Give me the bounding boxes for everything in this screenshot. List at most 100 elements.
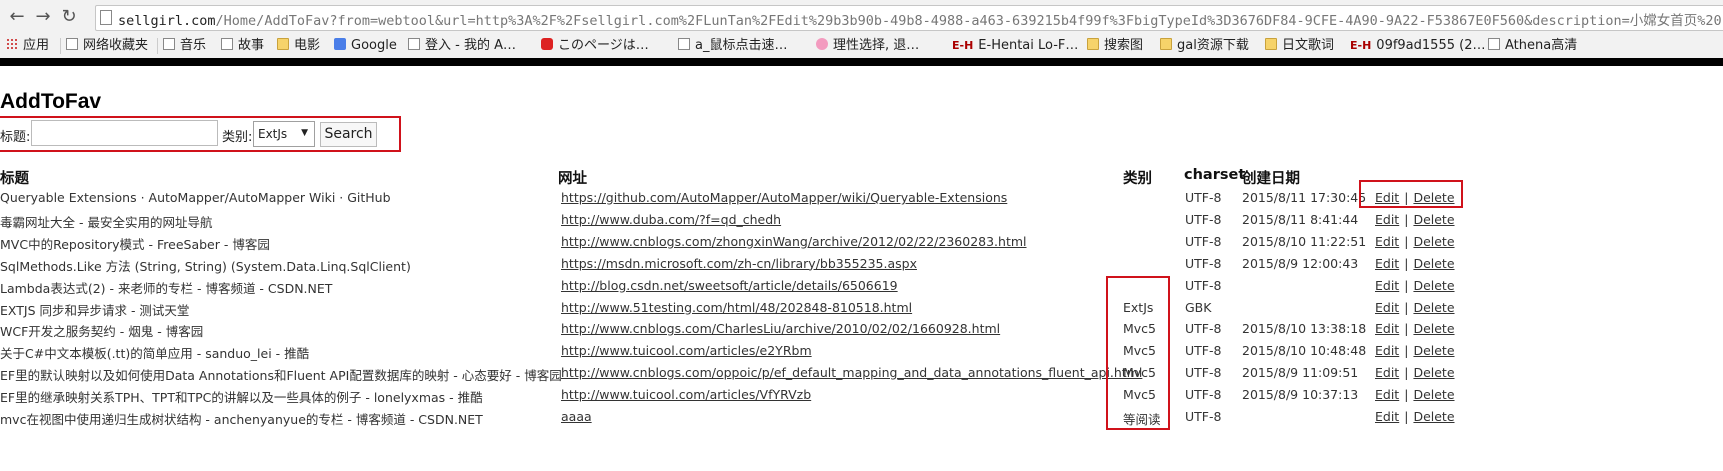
back-icon[interactable]: ←	[6, 6, 28, 28]
row-url-link[interactable]: http://blog.csdn.net/sweetsoft/article/d…	[561, 278, 898, 293]
forward-icon[interactable]: →	[32, 6, 54, 28]
bookmark-item[interactable]: Athena高清	[1488, 37, 1577, 55]
edit-link[interactable]: Edit	[1375, 343, 1399, 358]
bookmark-item[interactable]: このページは…	[541, 37, 649, 55]
delete-link[interactable]: Delete	[1413, 365, 1454, 380]
actions-highlight	[1359, 180, 1463, 208]
delete-link[interactable]: Delete	[1413, 256, 1454, 271]
bookmark-item[interactable]: 理性选择, 退…	[816, 37, 919, 55]
row-url-link[interactable]: http://www.cnblogs.com/zhongxinWang/arch…	[561, 234, 1027, 249]
row-title: EF里的默认映射以及如何使用Data Annotations和Fluent AP…	[0, 368, 562, 384]
row-title: EF里的继承映射关系TPH、TPT和TPC的讲解以及一些具体的例子 - lone…	[0, 390, 483, 406]
action-separator: |	[1404, 277, 1409, 293]
delete-link[interactable]: Delete	[1413, 387, 1454, 402]
table-row: EXTJS 同步和异步请求 - 测试天堂 http://www.51testing…	[0, 300, 1500, 322]
bookmark-item[interactable]: 音乐	[163, 37, 206, 55]
bookmark-item[interactable]: E-H E-Hentai Lo-F…	[952, 37, 1078, 55]
column-header-type: 类别	[1123, 171, 1152, 187]
page-icon	[100, 10, 112, 25]
type-select-value: ExtJs	[258, 127, 288, 141]
title-label: 标题:	[0, 130, 31, 145]
action-separator: |	[1404, 409, 1409, 424]
folder-icon	[277, 38, 289, 50]
title-input[interactable]	[31, 120, 218, 146]
action-separator: |	[1404, 233, 1409, 249]
bookmark-item[interactable]: 搜索图	[1087, 37, 1143, 55]
table-row: SqlMethods.Like 方法 (String, String) (Sys…	[0, 256, 1500, 278]
edit-link[interactable]: Edit	[1375, 321, 1399, 336]
delete-link[interactable]: Delete	[1413, 300, 1454, 315]
row-url-link[interactable]: http://www.duba.com/?f=qd_chedh	[561, 212, 781, 227]
row-charset: UTF-8	[1185, 387, 1222, 403]
bookmark-item[interactable]: 登入 - 我的 A…	[408, 37, 516, 55]
edit-link[interactable]: Edit	[1375, 387, 1399, 402]
column-header-url: 网址	[558, 171, 587, 187]
bookmark-item[interactable]: a_鼠标点击速…	[678, 37, 787, 55]
edit-link[interactable]: Edit	[1375, 365, 1399, 380]
row-date: 2015/8/11 17:30:45	[1242, 190, 1367, 205]
row-url-link[interactable]: http://www.tuicool.com/articles/VfYRVzb	[561, 387, 811, 402]
search-button[interactable]: Search	[320, 122, 377, 147]
row-title: Queryable Extensions · AutoMapper/AutoMa…	[0, 190, 391, 205]
bookmark-item[interactable]: 电影	[277, 37, 320, 55]
bookmark-item[interactable]: 日文歌词	[1265, 37, 1334, 55]
address-bar[interactable]: sellgirl.com/Home/AddToFav?from=webtool&…	[95, 5, 1723, 31]
delete-link[interactable]: Delete	[1413, 343, 1454, 358]
row-title: EXTJS 同步和异步请求 - 测试天堂	[0, 302, 190, 318]
row-url-link[interactable]: https://msdn.microsoft.com/zh-cn/library…	[561, 256, 917, 271]
row-title: WCF开发之服务契约 - 烟鬼 - 博客园	[0, 324, 204, 340]
delete-link[interactable]: Delete	[1413, 409, 1454, 424]
row-actions: Edit | Delete	[1375, 256, 1455, 271]
bookmark-label: 应用	[23, 38, 50, 53]
edit-link[interactable]: Edit	[1375, 256, 1399, 271]
row-date: 2015/8/10 10:48:48	[1242, 343, 1367, 359]
row-actions: Edit | Delete	[1375, 365, 1455, 380]
row-actions: Edit | Delete	[1375, 278, 1455, 293]
bookmark-apps[interactable]: 应用	[6, 37, 49, 55]
edit-link[interactable]: Edit	[1375, 278, 1399, 293]
reload-icon[interactable]: ↻	[58, 6, 80, 28]
bookmark-label: 理性选择, 退…	[833, 38, 920, 53]
row-url-link[interactable]: http://www.cnblogs.com/CharlesLiu/archiv…	[561, 321, 1000, 336]
table-row: 毒霸网址大全 - 最安全实用的网址导航 http://www.duba.com/?…	[0, 212, 1500, 234]
delete-link[interactable]: Delete	[1413, 234, 1454, 249]
folder-icon	[1160, 38, 1172, 50]
row-url-link[interactable]: http://www.51testing.com/html/48/202848-…	[561, 300, 912, 315]
bookmark-item[interactable]: 故事	[221, 37, 264, 55]
row-url-link[interactable]: http://www.tuicool.com/articles/e2YRbm	[561, 343, 812, 358]
type-select[interactable]: ExtJs ▼	[253, 121, 315, 147]
row-url-link[interactable]: http://www.cnblogs.com/oppoic/p/ef_defau…	[561, 365, 1142, 380]
edit-link[interactable]: Edit	[1375, 300, 1399, 315]
row-charset: GBK	[1185, 299, 1212, 315]
bookmark-item[interactable]: 网络收藏夹	[66, 37, 148, 55]
google-icon	[334, 38, 346, 50]
delete-link[interactable]: Delete	[1413, 212, 1454, 227]
browser-toolbar: ← → ↻ sellgirl.com/Home/AddToFav?from=we…	[0, 0, 1723, 35]
delete-link[interactable]: Delete	[1413, 278, 1454, 293]
address-bar-text: sellgirl.com/Home/AddToFav?from=webtool&…	[118, 9, 1722, 29]
row-charset: UTF-8	[1185, 365, 1222, 381]
edit-link[interactable]: Edit	[1375, 234, 1399, 249]
bookmark-label: Athena高清	[1505, 38, 1578, 53]
bookmark-label: a_鼠标点击速…	[695, 38, 788, 53]
row-url-link[interactable]: aaaa	[561, 409, 592, 424]
bookmark-item[interactable]: gal资源下载	[1160, 37, 1249, 55]
type-column-highlight	[1106, 276, 1170, 430]
folder-icon	[1087, 38, 1099, 50]
row-charset: UTF-8	[1185, 233, 1222, 249]
bookmark-label: gal资源下载	[1177, 38, 1249, 53]
delete-link[interactable]: Delete	[1413, 321, 1454, 336]
page-icon	[678, 38, 690, 50]
row-title: 毒霸网址大全 - 最安全实用的网址导航	[0, 214, 213, 230]
type-label: 类别:	[222, 130, 253, 145]
row-date: 2015/8/9 12:00:43	[1242, 255, 1359, 271]
bookmark-item[interactable]: Google	[334, 37, 397, 55]
row-date: 2015/8/10 11:22:51	[1242, 233, 1367, 249]
action-separator: |	[1404, 343, 1409, 359]
edit-link[interactable]: Edit	[1375, 212, 1399, 227]
row-title: SqlMethods.Like 方法 (String, String) (Sys…	[0, 258, 411, 274]
bookmark-item[interactable]: E-H 09f9ad1555 (2…	[1350, 37, 1485, 55]
bookmark-label: 电影	[294, 38, 321, 53]
row-url-link[interactable]: https://github.com/AutoMapper/AutoMapper…	[561, 190, 1007, 205]
edit-link[interactable]: Edit	[1375, 409, 1399, 424]
